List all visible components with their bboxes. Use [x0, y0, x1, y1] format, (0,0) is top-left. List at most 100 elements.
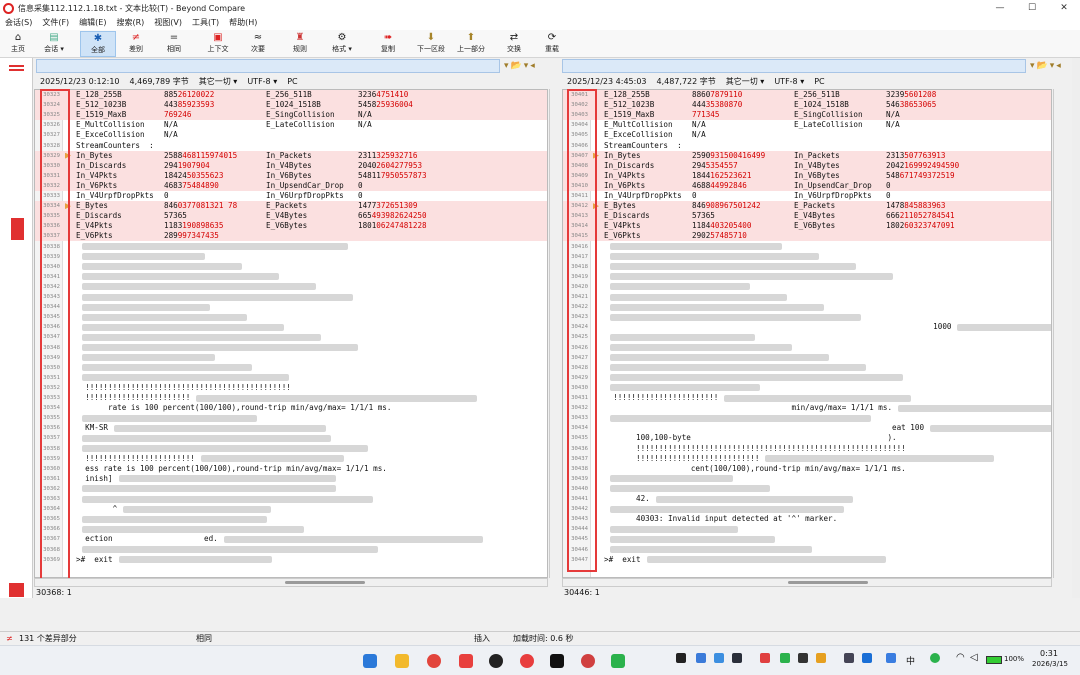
- text-line[interactable]: 30424 1000: [563, 322, 1051, 332]
- text-line[interactable]: 30360 ess rate is 100 percent(100/100),r…: [35, 464, 547, 474]
- scroll-thumb[interactable]: [285, 581, 365, 584]
- folder-open-icon[interactable]: ▾📂▾◂: [1030, 61, 1063, 71]
- text-line[interactable]: 30338: [35, 242, 547, 252]
- text-line[interactable]: 30355: [35, 413, 547, 423]
- ime-indicator[interactable]: 中: [906, 654, 915, 667]
- steam-icon[interactable]: [732, 653, 742, 663]
- battery-icon[interactable]: [986, 656, 1002, 664]
- tray-icon[interactable]: [676, 653, 686, 663]
- tray-icon[interactable]: [780, 653, 790, 663]
- filter-select[interactable]: 其它一切 ▾: [199, 75, 238, 89]
- rules-button[interactable]: ♜ 规则: [282, 31, 318, 57]
- text-line[interactable]: 30435 100,100-byte ).: [563, 433, 1051, 443]
- show-same-button[interactable]: = 相同: [156, 31, 192, 57]
- swap-button[interactable]: ⇄ 交换: [500, 31, 528, 57]
- text-line[interactable]: 30432 min/avg/max= 1/1/1 ms.: [563, 403, 1051, 413]
- text-line[interactable]: 30343: [35, 292, 547, 302]
- text-line[interactable]: 30433: [563, 413, 1051, 423]
- encoding-select[interactable]: UTF-8 ▾: [774, 75, 804, 89]
- prev-section-button[interactable]: ⬆ 上一部分: [452, 31, 490, 57]
- text-line[interactable]: 30431 !!!!!!!!!!!!!!!!!!!!!!!: [563, 393, 1051, 403]
- close-icon[interactable]: ✕: [1048, 0, 1080, 16]
- text-line[interactable]: 30425: [563, 332, 1051, 342]
- diff-arrow-icon[interactable]: [65, 152, 71, 159]
- text-line[interactable]: 30358: [35, 444, 547, 454]
- tiktok-icon[interactable]: [550, 654, 564, 668]
- menu-edit[interactable]: 编辑(E): [74, 16, 111, 30]
- maximize-icon[interactable]: ☐: [1016, 0, 1048, 16]
- text-line[interactable]: 30420: [563, 282, 1051, 292]
- right-vertical-scrollbar[interactable]: [1053, 89, 1060, 578]
- text-line[interactable]: 30329 In_Bytes 2588468115974015 In_Packets 2…: [35, 150, 547, 161]
- tray-icon[interactable]: [844, 653, 854, 663]
- text-line[interactable]: 30345: [35, 312, 547, 322]
- qq-icon[interactable]: [489, 654, 503, 668]
- text-line[interactable]: 30324 E_512_1023B 44385923593 E_1024_1518B 5…: [35, 100, 547, 111]
- right-overview-gutter[interactable]: [1072, 58, 1080, 598]
- text-line[interactable]: 30423: [563, 312, 1051, 322]
- menu-help[interactable]: 帮助(H): [224, 16, 262, 30]
- volume-icon[interactable]: ◁: [970, 652, 978, 663]
- text-line[interactable]: 30351: [35, 373, 547, 383]
- home-button[interactable]: ⌂ 主页: [4, 31, 32, 57]
- text-line[interactable]: 30348: [35, 343, 547, 353]
- windows-start-icon[interactable]: [363, 654, 377, 668]
- text-line[interactable]: 30363: [35, 494, 547, 504]
- text-line[interactable]: 30410 In_V6Pkts 468844992846 In_UpsendCar_D…: [563, 180, 1051, 191]
- text-line[interactable]: 30411 In_V4UrpfDropPkts 0 In_V6UrpfDropPkts…: [563, 191, 1051, 201]
- text-line[interactable]: 30368: [35, 545, 547, 555]
- text-line[interactable]: 30333 In_V4UrpfDropPkts 0 In_V6UrpfDropPkts…: [35, 191, 547, 201]
- right-path-input[interactable]: [562, 59, 1026, 73]
- text-line[interactable]: 30421: [563, 292, 1051, 302]
- diff-arrow-icon[interactable]: [593, 152, 599, 159]
- menu-search[interactable]: 搜索(R): [111, 16, 149, 30]
- encoding-select[interactable]: UTF-8 ▾: [247, 75, 277, 89]
- context-button[interactable]: ▣ 上下文: [200, 31, 236, 57]
- text-line[interactable]: 30342: [35, 282, 547, 292]
- text-line[interactable]: 30335 E_Discards 57365 E_V4Bytes 66549398262…: [35, 211, 547, 222]
- right-path-buttons[interactable]: ▾📂▾◂: [1030, 59, 1076, 73]
- diff-arrow-icon[interactable]: [593, 203, 599, 210]
- wechat-icon[interactable]: [611, 654, 625, 668]
- text-line[interactable]: 30444: [563, 524, 1051, 534]
- text-line[interactable]: 30406 StreamCounters :: [563, 141, 1051, 151]
- text-line[interactable]: 30402 E_512_1023B 44435380870 E_1024_1518B 5…: [563, 100, 1051, 111]
- wifi-icon[interactable]: ◠: [956, 652, 965, 663]
- text-line[interactable]: 30359 !!!!!!!!!!!!!!!!!!!!!!!!: [35, 454, 547, 464]
- text-line[interactable]: 30346: [35, 322, 547, 332]
- text-line[interactable]: 30427: [563, 353, 1051, 363]
- text-line[interactable]: 30407 In_Bytes 2590931500416499 In_Packets 2…: [563, 150, 1051, 161]
- format-button[interactable]: ⚙ 格式 ▾: [322, 31, 362, 57]
- diff-arrow-icon[interactable]: [65, 203, 71, 210]
- left-horizontal-scrollbar[interactable]: [34, 578, 548, 587]
- text-line[interactable]: 30422: [563, 302, 1051, 312]
- text-line[interactable]: 30326 E_MultCollision N/A E_LateCollision N/…: [35, 120, 547, 130]
- text-line[interactable]: 30347: [35, 332, 547, 342]
- right-text-pane[interactable]: 30401 E_128_255B 88607879110 E_256_511B 3239…: [562, 89, 1052, 578]
- menu-tools[interactable]: 工具(T): [187, 16, 224, 30]
- text-line[interactable]: 30325 E_1519_MaxB 769246 E_SingCollision N/A: [35, 110, 547, 121]
- left-text-pane[interactable]: 30323 E_128_255B 88526120022 E_256_511B 3236…: [34, 89, 548, 578]
- text-line[interactable]: 30440: [563, 484, 1051, 494]
- text-line[interactable]: 30417: [563, 252, 1051, 262]
- filter-select[interactable]: 其它一切 ▾: [726, 75, 765, 89]
- text-line[interactable]: 30361 inish]: [35, 474, 547, 484]
- chrome-icon[interactable]: [427, 654, 441, 668]
- text-line[interactable]: 30341: [35, 272, 547, 282]
- text-line[interactable]: 30364 ^: [35, 504, 547, 514]
- text-line[interactable]: 30442: [563, 504, 1051, 514]
- text-line[interactable]: 30337 E_V6Pkts 289997347435: [35, 231, 547, 242]
- text-line[interactable]: 30443 40303: Invalid input detected at '…: [563, 514, 1051, 524]
- menu-session[interactable]: 会话(S): [0, 16, 37, 30]
- text-line[interactable]: 30437 !!!!!!!!!!!!!!!!!!!!!!!!!!!: [563, 454, 1051, 464]
- text-line[interactable]: 30344: [35, 302, 547, 312]
- text-line[interactable]: 30340: [35, 262, 547, 272]
- text-line[interactable]: 30430: [563, 383, 1051, 393]
- text-line[interactable]: 30369 ># exit: [35, 555, 547, 565]
- clock-date[interactable]: 2026/3/15: [1032, 660, 1068, 668]
- text-line[interactable]: 30352 !!!!!!!!!!!!!!!!!!!!!!!!!!!!!!!!!!…: [35, 383, 547, 393]
- tray-icon[interactable]: [816, 653, 826, 663]
- text-line[interactable]: 30446: [563, 545, 1051, 555]
- text-line[interactable]: 30336 E_V4Pkts 1183190898635 E_V6Bytes 18010…: [35, 221, 547, 232]
- text-line[interactable]: 30366: [35, 524, 547, 534]
